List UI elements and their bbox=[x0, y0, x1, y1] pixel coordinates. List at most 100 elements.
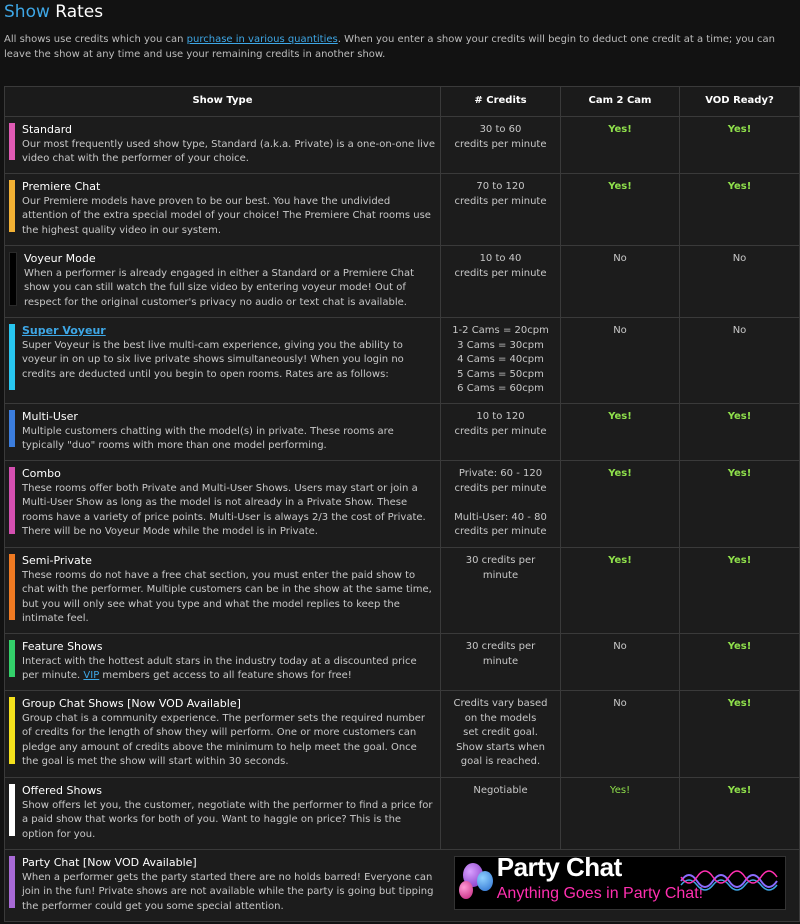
balloon-icon bbox=[458, 881, 473, 899]
show-type-name: Feature Shows bbox=[22, 640, 103, 653]
credits-line: credits per minute bbox=[454, 425, 547, 437]
credits-line: Credits vary based bbox=[453, 698, 548, 709]
show-color-marker bbox=[9, 252, 17, 306]
table-row: Offered Shows Show offers let you, the cu… bbox=[4, 777, 800, 850]
credits-line: 10 to 40 bbox=[479, 253, 522, 264]
credits-cell: 1-2 Cams = 20cpm 3 Cams = 30cpm 4 Cams = 4… bbox=[440, 317, 561, 404]
header-credits: # Credits bbox=[440, 86, 561, 117]
show-type-name: Offered Shows bbox=[22, 784, 102, 797]
cam2cam-cell: Yes! bbox=[560, 777, 680, 850]
credits-cell: 10 to 40 credits per minute bbox=[440, 245, 561, 318]
cam2cam-cell: No bbox=[560, 245, 680, 318]
show-type-description: These rooms do not have a free chat sect… bbox=[22, 569, 432, 625]
show-type-description: When a performer gets the party started … bbox=[22, 871, 434, 912]
credits-line: 4 Cams = 40cpm bbox=[457, 354, 544, 365]
show-color-marker bbox=[9, 640, 15, 677]
show-type-cell: Group Chat Shows [Now VOD Available] Grou… bbox=[4, 690, 441, 778]
show-type-cell: Super Voyeur Super Voyeur is the best liv… bbox=[4, 317, 441, 404]
show-type-description: These rooms offer both Private and Multi… bbox=[22, 482, 426, 538]
credits-line: Private: 60 - 120 bbox=[458, 468, 543, 479]
credits-cell: 10 to 120 credits per minute bbox=[440, 403, 561, 461]
super-voyeur-link[interactable]: Super Voyeur bbox=[22, 324, 435, 339]
show-type-cell: Standard Our most frequently used show ty… bbox=[4, 116, 441, 174]
cam2cam-cell: No bbox=[560, 317, 680, 404]
credits-line: 5 Cams = 50cpm bbox=[457, 368, 544, 380]
show-type-description: Super Voyeur is the best live multi-cam … bbox=[22, 339, 404, 380]
credits-line: Multi-User: 40 - 80 bbox=[454, 511, 547, 523]
intro-before: All shows use credits which you can bbox=[4, 34, 187, 45]
credits-line: credits per minute bbox=[454, 195, 547, 207]
show-type-cell: Feature Shows Interact with the hottest a… bbox=[4, 633, 441, 691]
confetti-squiggle-icon bbox=[679, 870, 778, 891]
vod-ready-cell: Yes! bbox=[679, 403, 800, 461]
credits-cell: 30 credits per minute bbox=[440, 633, 561, 691]
credits-cell: Private: 60 - 120 credits per minute Multi… bbox=[440, 460, 561, 548]
show-type-description: Show offers let you, the customer, negot… bbox=[22, 799, 433, 840]
credits-line: minute bbox=[482, 569, 519, 581]
show-color-marker bbox=[9, 554, 15, 620]
vod-ready-cell: Yes! bbox=[679, 777, 800, 850]
credits-line: credits per minute bbox=[454, 526, 547, 537]
table-row: Combo These rooms offer both Private and … bbox=[4, 460, 800, 548]
vod-ready-cell: Yes! bbox=[679, 173, 800, 246]
cam2cam-cell: Yes! bbox=[560, 173, 680, 246]
vip-link[interactable]: VIP bbox=[83, 670, 99, 681]
table-row: Standard Our most frequently used show ty… bbox=[4, 116, 800, 174]
credits-line: goal is reached. bbox=[460, 756, 541, 767]
show-color-marker bbox=[9, 410, 15, 447]
show-type-name: Voyeur Mode bbox=[24, 252, 96, 265]
party-chat-banner-cell: Party Chat Anything Goes in Party Chat! bbox=[440, 849, 800, 922]
description-text: members get access to all feature shows … bbox=[99, 670, 352, 681]
show-color-marker bbox=[9, 856, 15, 908]
credits-line: credits per minute bbox=[454, 482, 547, 494]
cam2cam-cell: Yes! bbox=[560, 403, 680, 461]
show-color-marker bbox=[9, 123, 15, 160]
page-title: Show Rates bbox=[4, 2, 103, 22]
cam2cam-cell: No bbox=[560, 633, 680, 691]
credits-cell: 70 to 120 credits per minute bbox=[440, 173, 561, 246]
credits-line: on the models bbox=[464, 712, 537, 724]
purchase-credits-link[interactable]: purchase in various quantities bbox=[187, 34, 338, 45]
show-type-name: Standard bbox=[22, 123, 73, 136]
banner-subtitle: Anything Goes in Party Chat! bbox=[496, 885, 704, 902]
cam2cam-cell: Yes! bbox=[560, 460, 680, 548]
vod-ready-cell: Yes! bbox=[679, 690, 800, 778]
show-type-description: Interact with the hottest adult stars in… bbox=[22, 655, 435, 684]
show-type-description: Our Premiere models have proven to be ou… bbox=[22, 195, 431, 236]
credits-line: credits per minute bbox=[454, 267, 547, 279]
balloon-icon bbox=[476, 871, 493, 891]
table-row: Premiere Chat Our Premiere models have pr… bbox=[4, 173, 800, 246]
show-type-description: Group chat is a community experience. Th… bbox=[22, 712, 426, 768]
table-header-row: Show Type # Credits Cam 2 Cam VOD Ready? bbox=[4, 86, 800, 117]
show-type-cell: Offered Shows Show offers let you, the cu… bbox=[4, 777, 441, 850]
cam2cam-cell: Yes! bbox=[560, 547, 680, 634]
credits-line: 30 credits per bbox=[465, 555, 536, 566]
credits-cell: 30 credits per minute bbox=[440, 547, 561, 634]
show-type-description: Multiple customers chatting with the mod… bbox=[22, 425, 394, 452]
table-row: Super Voyeur Super Voyeur is the best liv… bbox=[4, 317, 800, 404]
page-title-rest: Rates bbox=[49, 2, 104, 22]
show-type-cell: Multi-User Multiple customers chatting wi… bbox=[4, 403, 441, 461]
party-chat-banner[interactable]: Party Chat Anything Goes in Party Chat! bbox=[453, 856, 786, 910]
show-type-name: Combo bbox=[22, 467, 61, 480]
show-color-marker bbox=[9, 784, 15, 836]
table-row: Voyeur Mode When a performer is already e… bbox=[4, 245, 800, 318]
show-type-cell: Party Chat [Now VOD Available] When a per… bbox=[4, 849, 441, 922]
show-type-cell: Voyeur Mode When a performer is already e… bbox=[4, 245, 441, 318]
credits-line: 30 to 60 bbox=[479, 124, 522, 135]
table-row: Party Chat [Now VOD Available] When a per… bbox=[4, 849, 800, 922]
credits-line: 70 to 120 bbox=[476, 181, 525, 192]
show-color-marker bbox=[9, 324, 15, 390]
vod-ready-cell: Yes! bbox=[679, 460, 800, 548]
header-cam2cam: Cam 2 Cam bbox=[560, 86, 680, 117]
vod-ready-cell: Yes! bbox=[679, 116, 800, 174]
show-type-name: Multi-User bbox=[22, 410, 78, 423]
vod-ready-cell: No bbox=[679, 317, 800, 404]
show-rates-table: Show Type # Credits Cam 2 Cam VOD Ready?… bbox=[4, 86, 800, 922]
credits-line: 30 credits per bbox=[465, 641, 536, 652]
cam2cam-cell: Yes! bbox=[560, 116, 680, 174]
credits-cell: 30 to 60 credits per minute bbox=[440, 116, 561, 174]
credits-line: credits per minute bbox=[454, 138, 547, 150]
show-type-cell: Combo These rooms offer both Private and … bbox=[4, 460, 441, 548]
credits-line: 3 Cams = 30cpm bbox=[457, 339, 544, 351]
